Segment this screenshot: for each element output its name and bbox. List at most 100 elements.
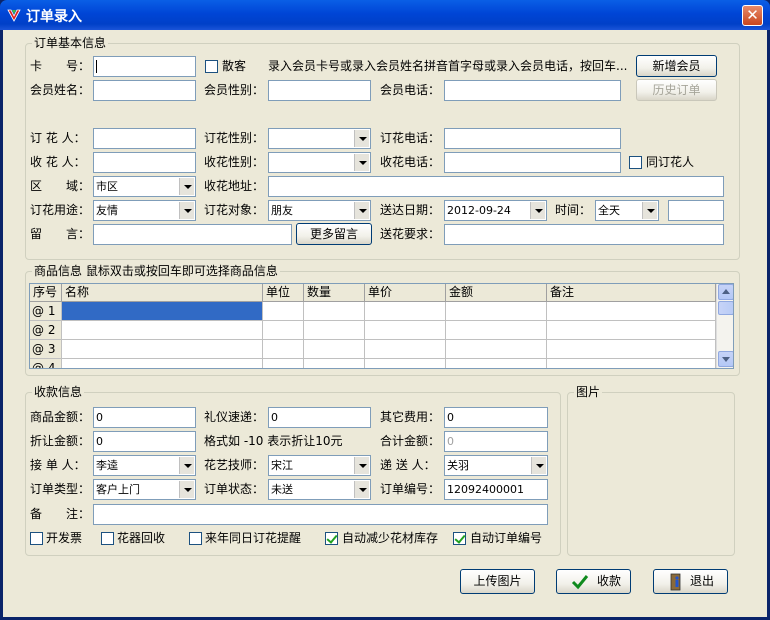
message-input[interactable] xyxy=(93,224,292,245)
chevron-down-icon[interactable] xyxy=(531,457,546,474)
time-select[interactable]: 全天 xyxy=(595,200,659,221)
walkin-checkbox[interactable] xyxy=(205,60,218,73)
handler-value: 李逵 xyxy=(96,459,118,472)
column-header[interactable]: 数量 xyxy=(304,284,365,302)
florist-select[interactable]: 宋江 xyxy=(268,455,371,476)
chevron-down-icon[interactable] xyxy=(179,481,194,498)
scroll-thumb[interactable] xyxy=(718,301,733,315)
courier-select[interactable]: 关羽 xyxy=(444,455,548,476)
gift-fee-input[interactable]: 0 xyxy=(268,407,371,428)
scroll-down-icon[interactable] xyxy=(718,351,733,367)
chevron-down-icon[interactable] xyxy=(354,481,369,498)
table-cell[interactable] xyxy=(446,321,547,340)
same-as-orderer-checkbox[interactable] xyxy=(629,156,642,169)
order-type-select[interactable]: 客户上门 xyxy=(93,479,196,500)
table-cell[interactable] xyxy=(263,359,304,368)
auto-reduce-stock-checkbox[interactable] xyxy=(325,532,338,545)
column-header[interactable]: 序号 xyxy=(30,284,62,302)
invoice-checkbox[interactable] xyxy=(30,532,43,545)
region-select[interactable]: 市区 xyxy=(93,176,196,197)
vertical-scrollbar[interactable] xyxy=(716,284,733,368)
image-group[interactable]: 图片 xyxy=(567,385,735,556)
region-value: 市区 xyxy=(96,180,118,193)
table-cell[interactable] xyxy=(263,302,304,321)
chevron-down-icon[interactable] xyxy=(354,457,369,474)
column-header[interactable]: 单位 xyxy=(263,284,304,302)
more-messages-button[interactable]: 更多留言 xyxy=(296,223,372,245)
auto-order-number-checkbox[interactable] xyxy=(453,532,466,545)
table-cell[interactable] xyxy=(365,340,446,359)
table-cell[interactable] xyxy=(547,359,716,368)
handler-select[interactable]: 李逵 xyxy=(93,455,196,476)
time-detail-input[interactable] xyxy=(668,200,724,221)
table-cell[interactable] xyxy=(365,321,446,340)
collect-payment-button[interactable]: 收款 xyxy=(556,569,631,594)
order-number-label: 订单编号： xyxy=(380,482,441,496)
column-header[interactable]: 单价 xyxy=(365,284,446,302)
discount-input[interactable]: 0 xyxy=(93,431,196,452)
table-cell[interactable] xyxy=(446,340,547,359)
table-cell[interactable] xyxy=(263,340,304,359)
table-cell[interactable] xyxy=(304,302,365,321)
receiver-gender-select[interactable] xyxy=(268,152,371,173)
table-cell[interactable] xyxy=(304,321,365,340)
vase-return-checkbox[interactable] xyxy=(101,532,114,545)
other-fee-input[interactable]: 0 xyxy=(444,407,548,428)
address-input[interactable] xyxy=(268,176,724,197)
delivery-date-picker[interactable]: 2012-09-24 xyxy=(444,200,547,221)
table-cell[interactable] xyxy=(62,340,263,359)
table-cell[interactable] xyxy=(547,302,716,321)
column-header[interactable]: 金额 xyxy=(446,284,547,302)
table-cell[interactable] xyxy=(547,321,716,340)
member-phone-input[interactable] xyxy=(444,80,621,101)
table-cell[interactable] xyxy=(365,359,446,368)
member-name-input[interactable] xyxy=(93,80,196,101)
table-cell[interactable] xyxy=(304,359,365,368)
chevron-down-icon[interactable] xyxy=(354,202,369,219)
new-member-button[interactable]: 新增会员 xyxy=(636,55,717,77)
chevron-down-icon[interactable] xyxy=(354,154,369,171)
target-select[interactable]: 朋友 xyxy=(268,200,371,221)
delivery-request-input[interactable] xyxy=(444,224,724,245)
table-cell[interactable] xyxy=(446,359,547,368)
table-cell[interactable] xyxy=(365,302,446,321)
goods-grid[interactable]: 序号 名称 单位 数量 单价 金额 备注 @ 1 @ 2 @ 3 @ 4 xyxy=(29,283,734,369)
scroll-up-icon[interactable] xyxy=(718,284,733,300)
receiver-input[interactable] xyxy=(93,152,196,173)
member-gender-input[interactable] xyxy=(268,80,371,101)
chevron-down-icon[interactable] xyxy=(179,202,194,219)
orderer-input[interactable] xyxy=(93,128,196,149)
same-as-orderer-label: 同订花人 xyxy=(646,155,695,169)
table-cell[interactable] xyxy=(547,340,716,359)
table-cell[interactable] xyxy=(263,321,304,340)
history-orders-button[interactable]: 历史订单 xyxy=(636,79,717,101)
table-cell[interactable] xyxy=(304,340,365,359)
orderer-phone-input[interactable] xyxy=(444,128,621,149)
chevron-down-icon[interactable] xyxy=(530,202,545,219)
purpose-select[interactable]: 友情 xyxy=(93,200,196,221)
table-cell[interactable] xyxy=(446,302,547,321)
chevron-down-icon[interactable] xyxy=(642,202,657,219)
table-cell[interactable] xyxy=(62,302,263,321)
orderer-gender-select[interactable] xyxy=(268,128,371,149)
remark-input[interactable] xyxy=(93,504,548,525)
table-cell[interactable] xyxy=(62,359,263,368)
next-year-reminder-checkbox[interactable] xyxy=(189,532,202,545)
chevron-down-icon[interactable] xyxy=(354,130,369,147)
receiver-phone-input[interactable] xyxy=(444,152,621,173)
column-header[interactable]: 名称 xyxy=(62,284,263,302)
title-bar[interactable]: 订单录入 ✕ xyxy=(0,0,770,30)
card-number-input[interactable] xyxy=(93,56,196,77)
close-icon: ✕ xyxy=(746,6,759,24)
order-status-select[interactable]: 未送 xyxy=(268,479,371,500)
exit-button[interactable]: 退出 xyxy=(653,569,728,594)
chevron-down-icon[interactable] xyxy=(179,457,194,474)
total-amount-input[interactable]: 0 xyxy=(444,431,548,452)
close-button[interactable]: ✕ xyxy=(742,5,763,26)
column-header[interactable]: 备注 xyxy=(547,284,716,302)
goods-amount-input[interactable]: 0 xyxy=(93,407,196,428)
chevron-down-icon[interactable] xyxy=(179,178,194,195)
order-number-input[interactable]: 12092400001 xyxy=(444,479,548,500)
upload-image-button[interactable]: 上传图片 xyxy=(460,569,535,594)
table-cell[interactable] xyxy=(62,321,263,340)
